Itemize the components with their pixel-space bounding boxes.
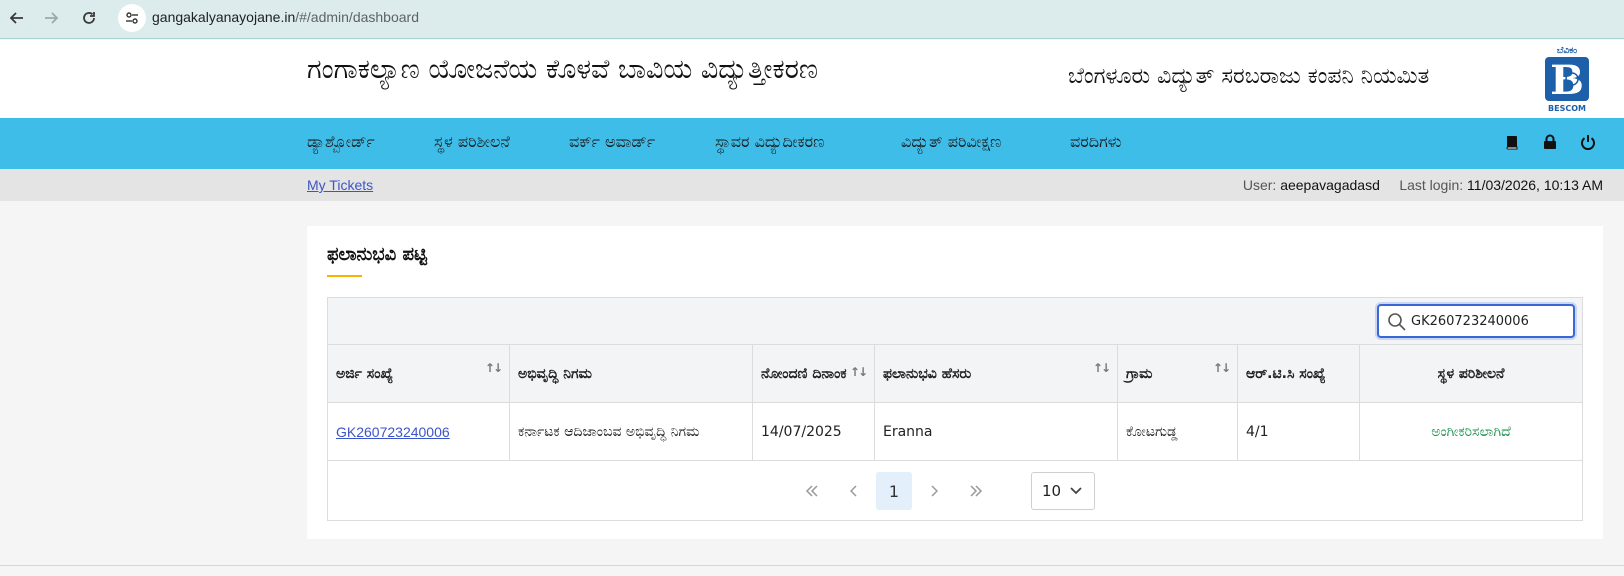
site-title: ಗಂಗಾಕಲ್ಯಾಣ ಯೋಜನೆಯ ಕೊಳವೆ ಬಾವಿಯ ವಿದ್ಯುತ್ತೀ… xyxy=(307,54,819,85)
site-info-icon[interactable] xyxy=(118,4,146,32)
search-icon xyxy=(1388,313,1406,331)
cell-beneficiary-name: Eranna xyxy=(875,403,1118,461)
column-header-label: ನೋಂದಣಿ ದಿನಾಂಕ xyxy=(761,366,847,382)
beneficiary-table: ಅರ್ಜಿ ಸಂಖ್ಯೆ ↑↓ ಅಭಿವೃದ್ಧಿ ನಿಗಮ ನೋಂದಣಿ ದಿನ… xyxy=(327,297,1583,521)
svg-text:BESCOM: BESCOM xyxy=(1548,104,1586,113)
url-path: /#/admin/dashboard xyxy=(295,9,419,25)
column-header-site-inspection: ಸ್ಥಳ ಪರಿಶೀಲನೆ xyxy=(1360,345,1582,403)
address-bar[interactable]: gangakalyanayojane.in/#/admin/dashboard xyxy=(152,9,419,25)
prev-page-icon[interactable] xyxy=(836,472,872,510)
page-size-select[interactable]: 10 xyxy=(1031,472,1095,510)
user-info: User: aeepavagadasd Last login: 11/03/20… xyxy=(1243,177,1603,193)
cell-village: ಕೋಟಗುಡ್ಡ xyxy=(1118,403,1238,461)
chevron-down-icon xyxy=(1070,487,1082,495)
column-header-beneficiary-name[interactable]: ಫಲಾನುಭವಿ ಹೆಸರು ↑↓ xyxy=(875,345,1118,403)
nav-work-award[interactable]: ವರ್ಕ್ ಅವಾರ್ಡ್ xyxy=(569,132,655,152)
column-header-label: ಸ್ಥಳ ಪರಿಶೀಲನೆ xyxy=(1437,366,1505,382)
sort-icon[interactable]: ↑↓ xyxy=(485,361,503,375)
svg-text:B: B xyxy=(1550,57,1584,104)
cell-site-inspection-status: ಅಂಗೀಕರಿಸಲಾಗಿದೆ xyxy=(1431,424,1511,440)
user-subbar: My Tickets User: aeepavagadasd Last logi… xyxy=(0,169,1624,201)
lock-icon[interactable] xyxy=(1540,132,1560,152)
company-name: ಬೆಂಗಳೂರು ವಿದ್ಯುತ್ ಸರಬರಾಜು ಕಂಪನಿ ನಿಯಮಿತ xyxy=(1068,64,1430,89)
last-login-value: 11/03/2026, 10:13 AM xyxy=(1467,177,1603,193)
last-page-icon[interactable] xyxy=(958,472,994,510)
title-underline xyxy=(327,275,362,277)
bescom-logo: ಬೆವಿಕಂ B BESCOM xyxy=(1545,45,1589,113)
column-header-rtc-no: ಆರ್.ಟಿ.ಸಿ ಸಂಖ್ಯೆ xyxy=(1238,345,1360,403)
search-box[interactable] xyxy=(1377,304,1575,338)
column-header-application-no[interactable]: ಅರ್ಜಿ ಸಂಖ್ಯೆ ↑↓ xyxy=(328,345,510,403)
beneficiary-list-card: ಫಲಾನುಭವಿ ಪಟ್ಟಿ ಅರ್ಜಿ ಸಂಖ್ಯೆ ↑↓ ಅಭಿವೃದ್ಧಿ … xyxy=(307,226,1603,539)
sort-icon[interactable]: ↑↓ xyxy=(1213,361,1231,375)
main-navbar: ಡ್ಯಾಶ್ಬೋರ್ಡ್ ಸ್ಥಳ ಪರಿಶೀಲನೆ ವರ್ಕ್ ಅವಾರ್ಡ್… xyxy=(0,118,1624,169)
sort-icon[interactable]: ↑↓ xyxy=(850,365,868,379)
back-arrow-icon[interactable] xyxy=(4,5,30,31)
column-header-label: ಫಲಾನುಭವಿ ಹೆಸರು xyxy=(883,366,972,382)
column-header-label: ಅರ್ಜಿ ಸಂಖ್ಯೆ xyxy=(336,366,394,382)
column-header-label: ಆರ್.ಟಿ.ಸಿ ಸಂಖ್ಯೆ xyxy=(1246,366,1326,382)
last-login-label: Last login: xyxy=(1399,177,1464,193)
footer-divider xyxy=(0,565,1624,566)
page-size-value: 10 xyxy=(1042,482,1062,500)
column-header-corporation: ಅಭಿವೃದ್ಧಿ ನಿಗಮ xyxy=(510,345,753,403)
user-label: User: xyxy=(1242,177,1277,193)
book-icon[interactable] xyxy=(1502,132,1522,152)
cell-application-no: GK260723240006 xyxy=(328,403,510,461)
page-number-button[interactable]: 1 xyxy=(876,472,912,510)
application-no-link[interactable]: GK260723240006 xyxy=(336,424,450,440)
column-header-registration-date[interactable]: ನೋಂದಣಿ ದಿನಾಂಕ ↑↓ xyxy=(753,345,875,403)
sort-icon[interactable]: ↑↓ xyxy=(1093,361,1111,375)
site-header: ಗಂಗಾಕಲ್ಯಾಣ ಯೋಜನೆಯ ಕೊಳವೆ ಬಾವಿಯ ವಿದ್ಯುತ್ತೀ… xyxy=(0,40,1624,118)
card-title: ಫಲಾನುಭವಿ ಪಟ್ಟಿ xyxy=(327,244,428,265)
search-input[interactable] xyxy=(1411,308,1571,334)
cell-registration-date: 14/07/2025 xyxy=(753,403,875,461)
column-header-label: ಅಭಿವೃದ್ಧಿ ನಿಗಮ xyxy=(518,366,592,382)
cell-corporation: ಕರ್ನಾಟಕ ಆದಿಜಾಂಬವ ಅಭಿವೃದ್ಧಿ ನಿಗಮ xyxy=(510,403,753,461)
table-toolbar xyxy=(328,298,1582,345)
url-host: gangakalyanayojane.in xyxy=(152,9,296,25)
cell-rtc-no: 4/1 xyxy=(1238,403,1360,461)
nav-reports[interactable]: ವರದಿಗಳು xyxy=(1070,132,1122,152)
table-header: ಅರ್ಜಿ ಸಂಖ್ಯೆ ↑↓ ಅಭಿವೃದ್ಧಿ ನಿಗಮ ನೋಂದಣಿ ದಿನ… xyxy=(328,345,1582,403)
nav-dashboard[interactable]: ಡ್ಯಾಶ್ಬೋರ್ಡ್ xyxy=(307,132,375,152)
column-header-village[interactable]: ಗ್ರಾಮ ↑↓ xyxy=(1118,345,1238,403)
power-icon[interactable] xyxy=(1578,132,1598,152)
pagination: 1 10 xyxy=(328,462,1582,520)
table-row: GK260723240006 ಕರ್ನಾಟಕ ಆದಿಜಾಂಬವ ಅಭಿವೃದ್ಧ… xyxy=(328,403,1582,461)
nav-installation-electrification[interactable]: ಸ್ಥಾವರ ವಿದ್ಯುದೀಕರಣ xyxy=(715,132,825,152)
forward-arrow-icon[interactable] xyxy=(38,5,64,31)
nav-electrical-inspection[interactable]: ವಿದ್ಯುತ್ ಪರಿವೀಕ್ಷಣ xyxy=(901,132,1001,152)
username: aeepavagadasd xyxy=(1280,177,1380,193)
column-header-label: ಗ್ರಾಮ xyxy=(1126,366,1153,382)
nav-site-inspection[interactable]: ಸ್ಥಳ ಪರಿಶೀಲನೆ xyxy=(434,132,510,152)
reload-icon[interactable] xyxy=(76,5,102,31)
browser-toolbar: gangakalyanayojane.in/#/admin/dashboard xyxy=(0,0,1624,39)
next-page-icon[interactable] xyxy=(916,472,952,510)
first-page-icon[interactable] xyxy=(794,472,830,510)
svg-text:ಬೆವಿಕಂ: ಬೆವಿಕಂ xyxy=(1557,45,1577,56)
my-tickets-link[interactable]: My Tickets xyxy=(307,177,373,193)
